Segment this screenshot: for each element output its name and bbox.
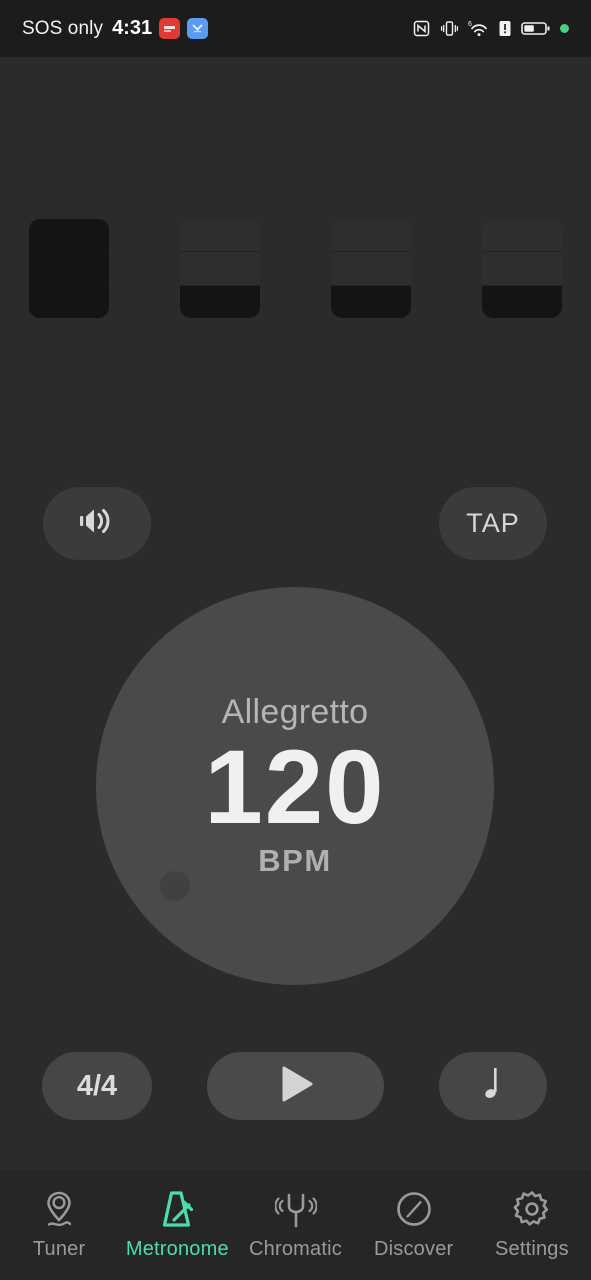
beat-segment: [482, 284, 562, 318]
nav-label-metronome: Metronome: [125, 1238, 229, 1260]
beat-segment: [482, 251, 562, 285]
nav-label-settings: Settings: [494, 1238, 569, 1260]
volume-speaker-icon: [76, 501, 118, 546]
beat-segment: [29, 219, 109, 252]
nav-label-chromatic: Chromatic: [249, 1238, 342, 1260]
bottom-navigation-bar: Tuner Metronome Chromatic Discover Setti…: [0, 1170, 591, 1280]
nav-item-chromatic[interactable]: Chromatic: [236, 1170, 354, 1280]
status-bar-left: SOS only 4:31: [22, 17, 209, 40]
time-signature-button[interactable]: 4/4: [42, 1052, 152, 1120]
beat-segment: [29, 284, 109, 318]
note-value-button[interactable]: [439, 1052, 547, 1120]
tuning-fork-icon: [274, 1189, 317, 1231]
sim-alert-icon: [498, 19, 512, 38]
beat-indicator-4[interactable]: [482, 219, 562, 318]
beat-segment: [180, 251, 260, 285]
beat-indicator-3[interactable]: [331, 219, 411, 318]
carrier-label: SOS only: [22, 17, 104, 39]
battery-icon: [521, 19, 551, 38]
status-bar-right: 6: [412, 19, 569, 38]
play-triangle-icon: [276, 1063, 316, 1110]
nav-item-metronome[interactable]: Metronome: [118, 1170, 236, 1280]
metronome-app-screen: SOS only 4:31 6 TAP Allegretto 120 BPM 4…: [0, 0, 591, 1280]
time-signature-label: 4/4: [76, 1069, 118, 1102]
wifi-icon: 6: [468, 19, 489, 38]
beat-segment: [180, 219, 260, 252]
bpm-value: 120: [204, 728, 386, 846]
vibrate-icon: [440, 19, 459, 38]
blue-app-notification-icon: [187, 18, 209, 39]
status-bar: SOS only 4:31 6: [0, 0, 591, 57]
volume-button[interactable]: [43, 487, 151, 560]
beat-segment: [331, 219, 411, 252]
beat-indicator-2[interactable]: [180, 219, 260, 318]
beat-indicator-row: [0, 219, 591, 318]
beat-segment: [482, 219, 562, 252]
nav-item-settings[interactable]: Settings: [473, 1170, 591, 1280]
beat-segment: [331, 251, 411, 285]
metronome-icon: [157, 1189, 197, 1231]
clock-label: 4:31: [112, 17, 153, 39]
beat-segment: [29, 251, 109, 285]
tempo-name-label: Allegretto: [221, 692, 369, 731]
nav-label-discover: Discover: [374, 1238, 454, 1260]
quarter-note-icon: [480, 1064, 506, 1109]
svg-text:6: 6: [468, 21, 472, 28]
gear-icon: [512, 1189, 552, 1231]
tuner-pin-icon: [40, 1189, 78, 1231]
nav-item-discover[interactable]: Discover: [355, 1170, 473, 1280]
play-button[interactable]: [207, 1052, 384, 1120]
tap-button-label: TAP: [466, 508, 520, 538]
beat-segment: [180, 284, 260, 318]
bpm-unit-label: BPM: [258, 843, 332, 879]
compass-icon: [394, 1189, 434, 1231]
beat-segment: [331, 284, 411, 318]
nfc-icon: [412, 19, 431, 38]
red-app-notification-icon: [159, 18, 181, 39]
green-status-dot-icon: [560, 24, 569, 33]
nav-item-tuner[interactable]: Tuner: [0, 1170, 118, 1280]
dial-knob-handle[interactable]: [160, 871, 190, 901]
nav-label-tuner: Tuner: [32, 1238, 86, 1260]
tap-tempo-button[interactable]: TAP: [439, 487, 547, 560]
bpm-dial[interactable]: Allegretto 120 BPM: [96, 587, 494, 985]
beat-indicator-1[interactable]: [29, 219, 109, 318]
